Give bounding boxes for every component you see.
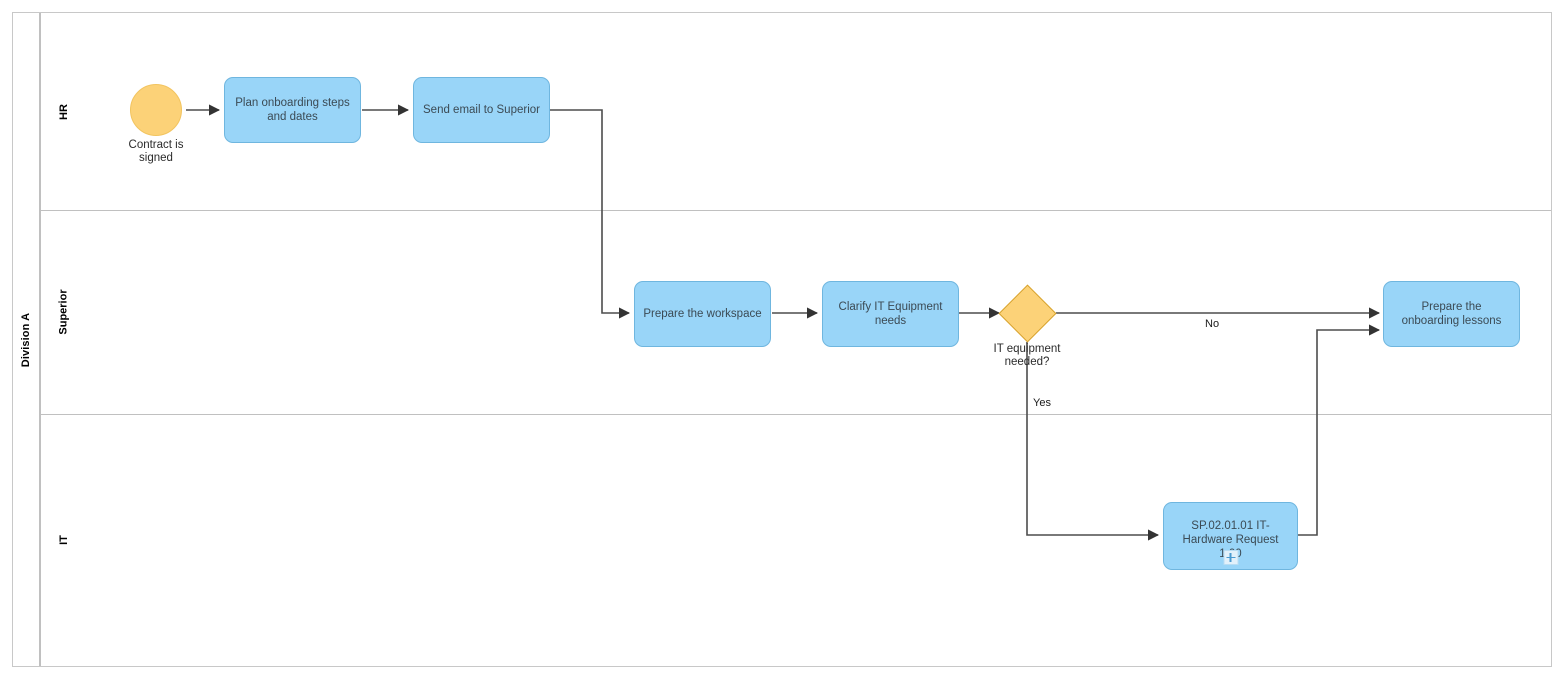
lane-label-it: IT — [58, 535, 70, 545]
subprocess-it-hardware-request[interactable]: SP.02.01.01 IT-Hardware Request 1.00 — [1163, 502, 1298, 570]
pool-header[interactable]: Division A — [13, 13, 41, 666]
lane-header-hr[interactable]: HR — [41, 13, 87, 210]
task-clarify-it-equipment-label: Clarify IT Equipment needs — [838, 301, 943, 327]
task-plan-onboarding[interactable]: Plan onboarding steps and dates — [224, 77, 361, 143]
pool-label: Division A — [20, 312, 33, 367]
flow-label-no: No — [1205, 318, 1220, 330]
plus-icon[interactable] — [1223, 550, 1238, 565]
task-prepare-onboarding-lessons[interactable]: Prepare the onboarding lessons — [1383, 281, 1520, 347]
start-event-caption: Contract is signed — [128, 139, 184, 164]
lane-divider-superior-it — [41, 414, 1551, 415]
lane-header-superior[interactable]: Superior — [41, 210, 87, 414]
task-prepare-onboarding-lessons-label: Prepare the onboarding lessons — [1401, 301, 1502, 327]
lane-header-it[interactable]: IT — [41, 414, 87, 666]
task-send-email-label: Send email to Superior — [423, 104, 540, 116]
task-clarify-it-equipment[interactable]: Clarify IT Equipment needs — [822, 281, 959, 347]
gateway-caption: IT equipment needed? — [993, 343, 1061, 368]
task-prepare-workspace[interactable]: Prepare the workspace — [634, 281, 771, 347]
flow-label-yes: Yes — [1033, 397, 1051, 409]
start-event-contract-signed[interactable] — [130, 84, 182, 136]
task-send-email[interactable]: Send email to Superior — [413, 77, 550, 143]
task-plan-onboarding-label: Plan onboarding steps and dates — [235, 97, 350, 123]
task-prepare-workspace-label: Prepare the workspace — [643, 308, 762, 320]
lane-label-hr: HR — [57, 103, 70, 120]
lane-divider-hr-superior — [41, 210, 1551, 211]
bpmn-diagram-canvas: Division A HR Superior IT No Yes Contrac… — [0, 0, 1563, 682]
lane-label-superior: Superior — [57, 289, 70, 335]
